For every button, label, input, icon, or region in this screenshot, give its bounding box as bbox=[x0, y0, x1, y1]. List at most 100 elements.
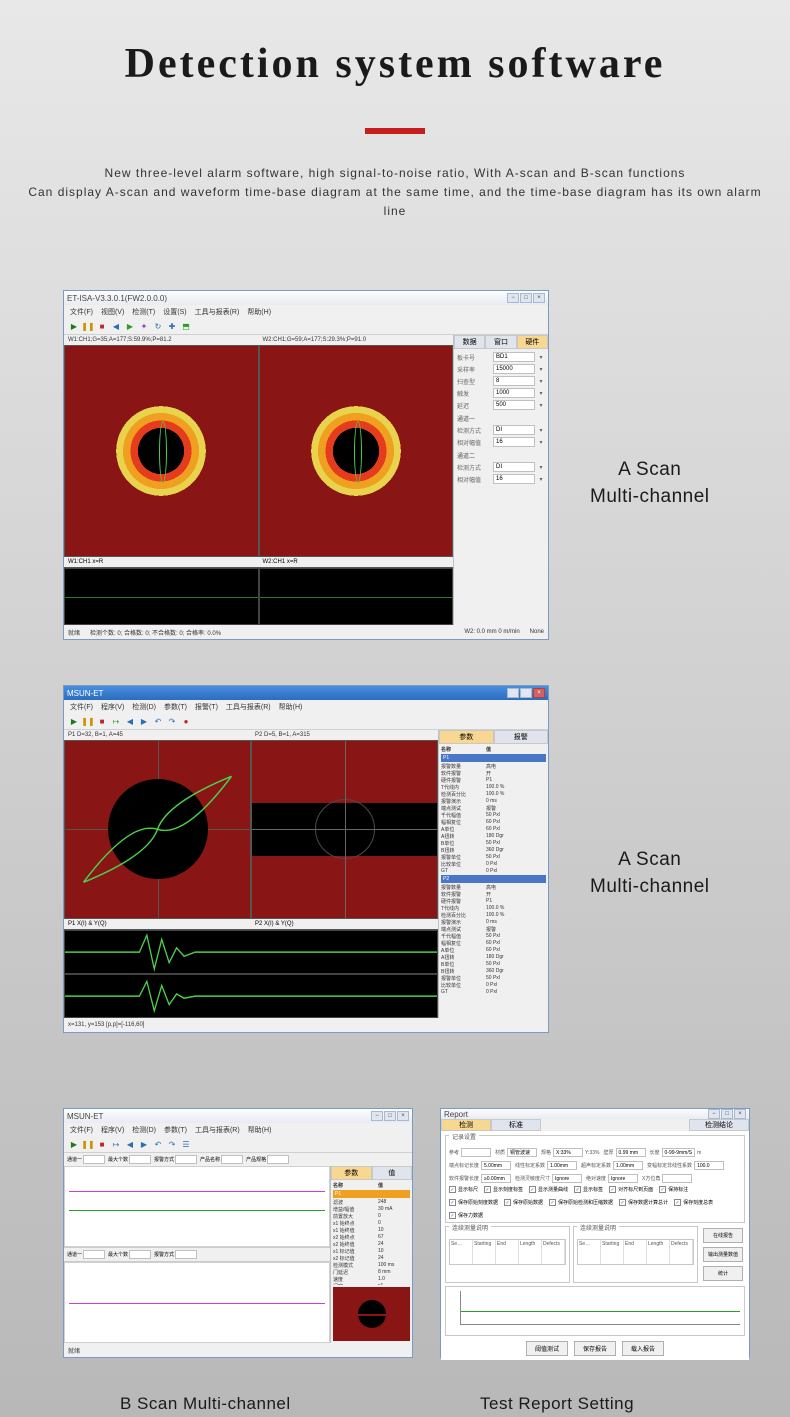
param-value[interactable]: BD1 bbox=[493, 352, 535, 362]
tab-standard[interactable]: 标准 bbox=[491, 1119, 541, 1131]
param-value[interactable]: 16 bbox=[493, 474, 535, 484]
redo-icon[interactable]: ↷ bbox=[166, 716, 178, 728]
checkbox-option[interactable]: ✓显示标尺 bbox=[449, 1186, 478, 1193]
dropdown-icon[interactable]: ▾ bbox=[537, 464, 545, 471]
report-input[interactable]: 0.99 mm bbox=[616, 1148, 646, 1157]
close-button[interactable]: × bbox=[397, 1111, 409, 1121]
lissajous-plot-p2[interactable] bbox=[251, 740, 438, 919]
play-icon[interactable]: ▶ bbox=[68, 321, 80, 333]
property-row[interactable]: 硬件报警P1 bbox=[441, 777, 546, 784]
report-input[interactable]: 铜管波速 bbox=[507, 1148, 537, 1157]
property-row[interactable]: 检测百分比100.0 % bbox=[441, 791, 546, 798]
report-input[interactable]: 1.00mm bbox=[547, 1161, 577, 1170]
checkbox-option[interactable]: ✓显示刻度标签 bbox=[484, 1186, 523, 1193]
redo-icon[interactable]: ↷ bbox=[166, 1139, 178, 1151]
report-input[interactable] bbox=[662, 1174, 692, 1183]
property-row[interactable]: 千代幅值50 Pxl bbox=[441, 812, 546, 819]
back-icon[interactable]: ◀ bbox=[110, 321, 122, 333]
forward-icon[interactable]: ▶ bbox=[124, 321, 136, 333]
property-row[interactable]: 报警演示0 ms bbox=[441, 919, 546, 926]
export-values-button[interactable]: 输出测量数值 bbox=[703, 1247, 743, 1262]
menu-item[interactable]: 帮助(H) bbox=[248, 1125, 272, 1135]
forward-icon[interactable]: ▶ bbox=[138, 716, 150, 728]
property-row[interactable]: B扭转360 Dgr bbox=[441, 847, 546, 854]
checkbox-option[interactable]: ✓保存原始数据 bbox=[504, 1199, 543, 1206]
action-icon[interactable]: ✚ bbox=[166, 321, 178, 333]
menu-item[interactable]: 工具与报表(R) bbox=[226, 702, 271, 712]
checkbox-option[interactable]: ✓显示测量曲线 bbox=[529, 1186, 568, 1193]
property-row[interactable]: x1 标记值10 bbox=[333, 1248, 410, 1255]
dropdown-icon[interactable]: ▾ bbox=[537, 354, 545, 361]
param-value[interactable]: 15000 bbox=[493, 364, 535, 374]
property-row[interactable]: 检测模式100 ms bbox=[333, 1262, 410, 1269]
stop-icon[interactable]: ■ bbox=[96, 1139, 108, 1151]
menu-item[interactable]: 文件(F) bbox=[70, 307, 93, 317]
tab-params[interactable]: 参数 bbox=[439, 730, 494, 744]
menu-item[interactable]: 工具与报表(R) bbox=[195, 1125, 240, 1135]
ascan-polar-plot-w2[interactable] bbox=[259, 345, 454, 557]
tab-detect[interactable]: 检测 bbox=[441, 1119, 491, 1131]
tab-params[interactable]: 参数 bbox=[331, 1166, 372, 1180]
minimize-button[interactable]: − bbox=[708, 1109, 720, 1119]
property-row[interactable]: B单位50 Pxl bbox=[441, 961, 546, 968]
param-value[interactable]: DI bbox=[493, 462, 535, 472]
lissajous-plot-p1[interactable] bbox=[64, 740, 251, 919]
property-row[interactable]: 门延迟8 mm bbox=[333, 1269, 410, 1276]
field-input[interactable] bbox=[129, 1155, 151, 1164]
property-row[interactable]: A单位60 Pxl bbox=[441, 947, 546, 954]
field-input[interactable] bbox=[83, 1155, 105, 1164]
property-row[interactable]: x1 始终点0 bbox=[333, 1220, 410, 1227]
menu-item[interactable]: 帮助(H) bbox=[247, 307, 271, 317]
stats-button[interactable]: 统计 bbox=[703, 1266, 743, 1281]
tab-data[interactable]: 数据 bbox=[454, 335, 485, 349]
property-row[interactable]: GT0 Pxl bbox=[441, 868, 546, 874]
property-row[interactable]: GT0 Pxl bbox=[441, 989, 546, 995]
property-row[interactable]: T代线内100.0 % bbox=[441, 784, 546, 791]
menu-item[interactable]: 检测(D) bbox=[132, 1125, 156, 1135]
property-row[interactable]: 硬件报警P1 bbox=[441, 898, 546, 905]
param-value[interactable]: 16 bbox=[493, 437, 535, 447]
property-row[interactable]: 报警数量高电 bbox=[441, 884, 546, 891]
dropdown-icon[interactable]: ▾ bbox=[537, 476, 545, 483]
bscan-strip-2[interactable] bbox=[64, 1262, 330, 1343]
field-input[interactable] bbox=[175, 1155, 197, 1164]
menu-item[interactable]: 检测(D) bbox=[132, 702, 156, 712]
dropdown-icon[interactable]: ▾ bbox=[537, 378, 545, 385]
bscan-strip-1[interactable] bbox=[64, 1166, 330, 1247]
report-input[interactable]: 100.0 bbox=[694, 1161, 724, 1170]
property-row[interactable]: 幅相复位60 Pxl bbox=[441, 819, 546, 826]
tab-value[interactable]: 值 bbox=[372, 1166, 413, 1180]
tab-conclusion[interactable]: 检测结论 bbox=[689, 1119, 749, 1131]
checkbox-option[interactable]: ✓保存原始刻度数据 bbox=[449, 1199, 498, 1206]
threshold-test-button[interactable]: 阈值测试 bbox=[526, 1341, 568, 1356]
skip-icon[interactable]: ↦ bbox=[110, 1139, 122, 1151]
report-input[interactable]: Ignore bbox=[608, 1174, 638, 1183]
report-input[interactable]: 1.00mm bbox=[613, 1161, 643, 1170]
undo-icon[interactable]: ↶ bbox=[152, 1139, 164, 1151]
param-value[interactable]: 500 bbox=[493, 400, 535, 410]
property-row[interactable]: 幅相复位60 Pxl bbox=[441, 940, 546, 947]
report-input[interactable] bbox=[461, 1148, 491, 1157]
menu-item[interactable]: 参数(T) bbox=[164, 1125, 187, 1135]
checkbox-option[interactable]: ✓保持标注 bbox=[659, 1186, 688, 1193]
minimize-button[interactable]: − bbox=[507, 688, 519, 698]
field-input[interactable] bbox=[221, 1155, 243, 1164]
property-row[interactable]: x2 始终值24 bbox=[333, 1241, 410, 1248]
iq-waveform-p1[interactable] bbox=[64, 930, 438, 974]
doc-icon[interactable]: ☰ bbox=[180, 1139, 192, 1151]
property-row[interactable]: T代线内100.0 % bbox=[441, 905, 546, 912]
action-icon[interactable]: ● bbox=[180, 716, 192, 728]
menu-item[interactable]: 程序(V) bbox=[101, 702, 124, 712]
timebase-waveform-w1[interactable] bbox=[64, 568, 259, 625]
property-row[interactable]: 端点测试报警 bbox=[441, 805, 546, 812]
dropdown-icon[interactable]: ▾ bbox=[537, 439, 545, 446]
param-value[interactable]: DI bbox=[493, 425, 535, 435]
dropdown-icon[interactable]: ▾ bbox=[537, 390, 545, 397]
check-icon[interactable]: ⬒ bbox=[180, 321, 192, 333]
property-row[interactable]: 报警单位50 Pxl bbox=[441, 975, 546, 982]
tab-alarm[interactable]: 报警 bbox=[494, 730, 549, 744]
checkbox-option[interactable]: ✓对齐标尺到页面 bbox=[609, 1186, 653, 1193]
property-row[interactable]: 检测百分比100.0 % bbox=[441, 912, 546, 919]
stop-icon[interactable]: ■ bbox=[96, 716, 108, 728]
checkbox-option[interactable]: ✓保存原始检测和压缩数据 bbox=[549, 1199, 613, 1206]
